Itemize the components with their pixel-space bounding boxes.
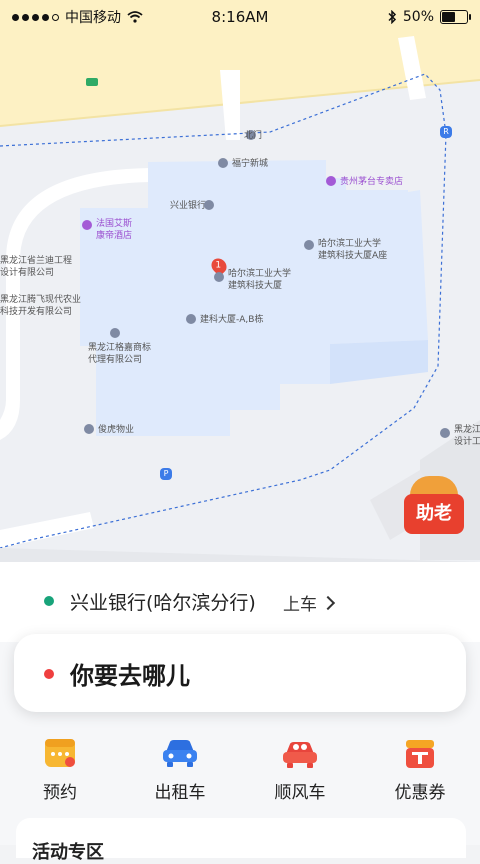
bank-icon — [204, 200, 214, 210]
service-taxi[interactable]: 出租车 — [120, 728, 240, 808]
battery-icon — [440, 10, 471, 24]
elder-assist-label: 助老 — [404, 494, 464, 534]
service-label: 出租车 — [154, 783, 206, 803]
poi-harbin-main[interactable]: 哈尔滨工业大学 建筑科技大厦 — [228, 268, 291, 292]
poi-tengfei[interactable]: 黑龙江腾飞现代农业 科技开发有限公司 — [0, 294, 81, 318]
building-icon — [110, 328, 120, 338]
poi-maotai[interactable]: 贵州茅台专卖店 — [340, 176, 403, 188]
pickup-action[interactable]: 上车 — [283, 590, 336, 615]
service-coupon[interactable]: 优惠券 — [360, 728, 480, 808]
elder-assist-button[interactable]: 助老 — [404, 476, 464, 536]
calendar-icon — [45, 739, 75, 767]
pickup-action-label: 上车 — [283, 595, 317, 615]
road-sign-icon — [86, 78, 98, 86]
poi-gejia[interactable]: 黑龙江格嘉商标 代理有限公司 — [88, 342, 151, 366]
bottom-panel: 兴业银行(哈尔滨分行) 上车 你要去哪儿 预约 出租车 顺风车 优惠券 活动专区 — [0, 562, 480, 863]
poi-beimen[interactable]: 北门 — [244, 130, 262, 142]
poi-right-edge[interactable]: 黑龙江省 设计工程 — [454, 424, 480, 448]
service-reservation[interactable]: 预约 — [0, 728, 120, 808]
bluetooth-icon — [388, 10, 396, 24]
activity-section: 活动专区 — [16, 818, 466, 863]
pickup-row[interactable]: 兴业银行(哈尔滨分行) 上车 — [0, 562, 480, 642]
poi-faguo[interactable]: 法国艾斯 康帝酒店 — [96, 218, 132, 242]
poi-junhu[interactable]: 俊虎物业 — [98, 424, 134, 436]
building-icon — [218, 158, 228, 168]
parking-icon[interactable]: P — [160, 468, 172, 480]
battery-percent: 50% — [402, 9, 434, 25]
building-icon — [304, 240, 314, 250]
chevron-right-icon — [320, 595, 336, 611]
bus-stop-icon[interactable]: R — [440, 126, 452, 138]
coupon-icon — [406, 740, 434, 768]
poi-xingye[interactable]: 兴业银行 — [170, 200, 206, 212]
service-carpool[interactable]: 顺风车 — [240, 728, 360, 808]
service-label: 顺风车 — [274, 783, 326, 803]
destination-input[interactable]: 你要去哪儿 — [14, 634, 466, 712]
service-shortcuts: 预约 出租车 顺风车 优惠券 — [0, 728, 480, 808]
service-label: 优惠券 — [394, 783, 446, 803]
poi-funing[interactable]: 福宁新城 — [232, 158, 268, 170]
hotel-icon — [82, 220, 92, 230]
shop-icon — [326, 176, 336, 186]
pickup-dot-icon — [44, 596, 54, 606]
poi-jianke[interactable]: 建科大厦-A,B栋 — [200, 314, 263, 326]
building-icon — [84, 424, 94, 434]
taxi-icon — [163, 740, 197, 767]
status-bar: 中国移动 8:16AM 50% — [0, 0, 480, 34]
carpool-icon — [283, 742, 317, 768]
destination-prompt: 你要去哪儿 — [70, 662, 190, 690]
building-icon — [440, 428, 450, 438]
destination-dot-icon — [44, 669, 54, 679]
service-label: 预约 — [43, 783, 77, 803]
activity-title: 活动专区 — [32, 842, 104, 863]
poi-harbin-a[interactable]: 哈尔滨工业大学 建筑科技大厦A座 — [318, 238, 387, 262]
poi-lanmu[interactable]: 黑龙江省兰迪工程 设计有限公司 — [0, 255, 72, 279]
pin-number: 1 — [215, 260, 222, 271]
map-view[interactable]: 北门 福宁新城 贵州茅台专卖店 兴业银行 法国艾斯 康帝酒店 1 哈尔滨工业大学… — [0, 0, 480, 562]
pickup-location[interactable]: 兴业银行(哈尔滨分行) — [70, 588, 256, 615]
building-icon — [186, 314, 196, 324]
building-icon — [214, 272, 224, 282]
